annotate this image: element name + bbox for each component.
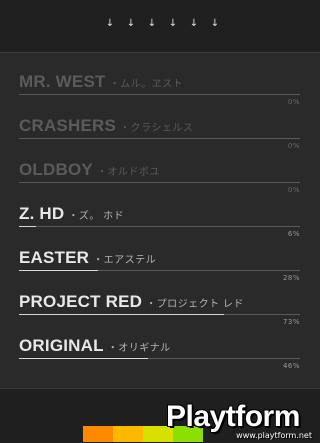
color-swatch <box>83 426 113 442</box>
progress-fill <box>19 226 36 227</box>
item-subtitle: ・プロジェクト レド <box>146 299 244 310</box>
arrow-row: ↓ ↓ ↓ ↓ ↓ ↓ <box>104 18 221 30</box>
progress-percent: 46% <box>282 362 300 370</box>
down-arrow-icon[interactable]: ↓ <box>146 18 158 30</box>
progress-percent: 28% <box>282 274 300 282</box>
watermark-logo: Playtform <box>166 400 300 433</box>
list-item-project-red[interactable]: PROJECT RED ・プロジェクト レド 73% <box>0 284 320 328</box>
down-arrow-icon[interactable]: ↓ <box>209 18 221 30</box>
down-arrow-icon[interactable]: ↓ <box>104 18 116 30</box>
progress-track <box>19 182 300 183</box>
item-title: MR. WEST <box>19 72 106 91</box>
item-title: PROJECT RED <box>19 292 143 311</box>
item-subtitle: ・オリギナル <box>107 343 171 354</box>
list-item-crashers[interactable]: CRASHERS ・クラシェルス 0% <box>0 108 320 152</box>
progress-fill <box>19 270 98 271</box>
progress-track <box>19 270 300 271</box>
progress-track <box>19 358 300 359</box>
list-item-oldboy[interactable]: OLDBOY ・オルドボユ 0% <box>0 152 320 196</box>
color-swatch <box>113 426 143 442</box>
item-subtitle: ・オルドボユ <box>96 167 160 178</box>
item-subtitle: ・ムル。ヱスト <box>109 79 184 90</box>
progress-percent: 73% <box>282 318 300 326</box>
item-title: Z. HD <box>19 204 65 223</box>
item-subtitle: ・ズ。 ホド <box>68 211 125 222</box>
progress-percent: 0% <box>287 142 300 150</box>
down-arrow-icon[interactable]: ↓ <box>188 18 200 30</box>
progress-track <box>19 94 300 95</box>
list-item-mr-west[interactable]: MR. WEST ・ムル。ヱスト 0% <box>0 64 320 108</box>
down-arrow-icon[interactable]: ↓ <box>167 18 179 30</box>
item-subtitle: ・クラシェルス <box>120 123 194 134</box>
song-list: MR. WEST ・ムル。ヱスト 0% CRASHERS ・クラシェルス 0% OL… <box>0 64 320 372</box>
list-item-easter[interactable]: EASTER ・エアステル 28% <box>0 240 320 284</box>
list-item-original[interactable]: ORIGINAL ・オリギナル 46% <box>0 328 320 372</box>
progress-percent: 0% <box>287 186 300 194</box>
down-arrow-icon[interactable]: ↓ <box>125 18 137 30</box>
progress-percent: 0% <box>287 98 300 106</box>
item-subtitle: ・エアステル <box>93 255 157 266</box>
progress-track <box>19 226 300 227</box>
top-bar: ↓ ↓ ↓ ↓ ↓ ↓ <box>0 0 320 53</box>
item-title: CRASHERS <box>19 116 117 135</box>
list-item-z-hd[interactable]: Z. HD ・ズ。 ホド 6% <box>0 196 320 240</box>
progress-fill <box>19 314 225 315</box>
item-title: OLDBOY <box>19 160 93 179</box>
item-title: ORIGINAL <box>19 336 104 355</box>
progress-track <box>19 138 300 139</box>
watermark-url: www.playtform.net <box>236 431 312 440</box>
progress-track <box>19 314 300 315</box>
progress-fill <box>19 358 149 359</box>
progress-percent: 6% <box>287 230 300 238</box>
item-title: EASTER <box>19 248 90 267</box>
